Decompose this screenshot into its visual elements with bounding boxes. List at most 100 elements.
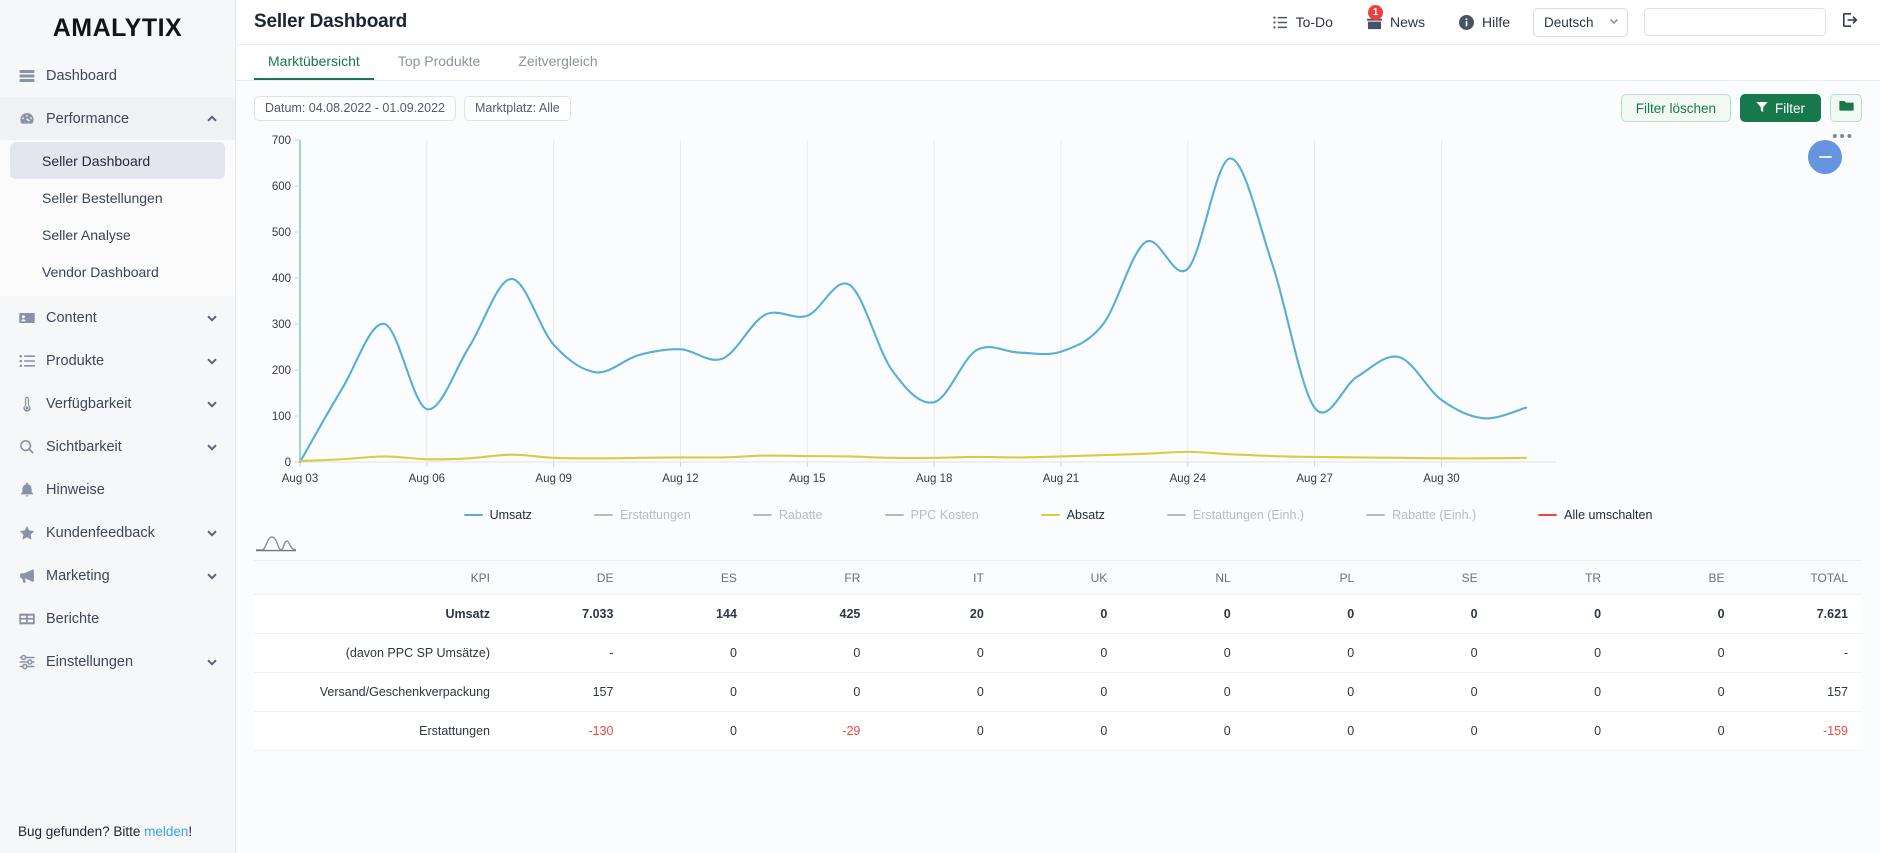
- saved-views-button[interactable]: [1830, 94, 1862, 122]
- brand-logo[interactable]: AMALYTIX: [0, 0, 235, 50]
- kpi-value-cell: 0: [1368, 594, 1492, 634]
- chevron-down-icon[interactable]: [205, 397, 219, 411]
- legend-item-absatz[interactable]: Absatz: [1010, 508, 1136, 522]
- kpi-value-cell: -130: [504, 711, 628, 751]
- info-icon: [1459, 14, 1475, 30]
- logout-button[interactable]: [1826, 12, 1866, 33]
- column-header-kpi[interactable]: KPI: [254, 560, 504, 595]
- clear-filter-button[interactable]: Filter löschen: [1620, 94, 1731, 122]
- top-bar: Seller Dashboard To-Do 1 News Hilfe Deut…: [236, 0, 1880, 45]
- sidebar-subitem-vendor-dashboard[interactable]: Vendor Dashboard: [10, 253, 225, 290]
- filter-button[interactable]: Filter: [1740, 94, 1821, 122]
- sparkline-toggle[interactable]: [236, 524, 1880, 560]
- list-icon: [18, 352, 35, 369]
- sparkline-icon: [256, 536, 297, 552]
- todo-button[interactable]: To-Do: [1256, 14, 1350, 30]
- news-button[interactable]: 1 News: [1350, 5, 1442, 30]
- table-row[interactable]: Erstattungen -130 0 -29 0 0 0 0 0 0 0 -159: [254, 711, 1862, 751]
- legend-item-rabatte[interactable]: Rabatte: [722, 508, 854, 522]
- sidebar-item-label: Kundenfeedback: [46, 524, 155, 541]
- x-tick-label: Aug 12: [662, 473, 698, 485]
- column-header-total[interactable]: TOTAL: [1738, 560, 1862, 595]
- sidebar-subitem-seller-analyse[interactable]: Seller Analyse: [10, 216, 225, 253]
- tab-zeitvergleich[interactable]: Zeitvergleich: [504, 53, 611, 80]
- column-header-tr[interactable]: TR: [1491, 560, 1616, 595]
- kpi-value-cell: 0: [874, 672, 998, 712]
- legend-color-swatch: [1040, 513, 1060, 517]
- chevron-down-icon[interactable]: [205, 569, 219, 583]
- chevron-up-icon[interactable]: [205, 112, 219, 126]
- legend-color-swatch: [463, 513, 483, 517]
- column-header-de[interactable]: DE: [504, 560, 628, 595]
- legend-item-erstattungen[interactable]: Erstattungen: [563, 508, 722, 522]
- x-tick-label: Aug 06: [409, 473, 445, 485]
- chevron-down-icon[interactable]: [205, 311, 219, 325]
- series-line-absatz: [298, 450, 1528, 463]
- chip-marketplace[interactable]: Marktplatz: Alle: [464, 95, 571, 121]
- kpi-value-cell: 0: [1244, 672, 1369, 712]
- legend-item-alle-umschalten[interactable]: Alle umschalten: [1507, 508, 1683, 522]
- legend-item-ppc-kosten[interactable]: PPC Kosten: [854, 508, 1010, 522]
- sidebar-nav: Dashboard Performance Seller Dashboard Sell…: [0, 50, 235, 683]
- sidebar-item-dashboard[interactable]: Dashboard: [0, 54, 235, 97]
- bell-icon: [18, 481, 35, 498]
- sidebar-item-label: Berichte: [46, 610, 100, 627]
- tab-top-produkte[interactable]: Top Produkte: [384, 53, 495, 80]
- chip-date-range[interactable]: Datum: 04.08.2022 - 01.09.2022: [254, 95, 456, 121]
- column-header-nl[interactable]: NL: [1121, 560, 1245, 595]
- sliders-icon: [18, 653, 35, 670]
- zoom-out-button[interactable]: [1808, 140, 1842, 174]
- sidebar-item-produkte[interactable]: Produkte: [0, 339, 235, 382]
- kpi-value-cell: 157: [504, 672, 628, 712]
- chevron-down-icon[interactable]: [205, 526, 219, 540]
- sidebar-item-hinweise[interactable]: Hinweise: [0, 468, 235, 511]
- kpi-value-cell: 157: [1738, 672, 1862, 712]
- chevron-down-icon[interactable]: [205, 655, 219, 669]
- legend-label: PPC Kosten: [910, 508, 979, 522]
- filter-button-label: Filter: [1775, 100, 1805, 116]
- table-row[interactable]: Umsatz 7.033 144 425 20 0 0 0 0 0 0 7.621: [254, 594, 1862, 634]
- legend-label: Absatz: [1066, 508, 1105, 522]
- kpi-value-cell: 0: [1368, 672, 1492, 712]
- news-badge: 1: [1367, 5, 1383, 20]
- column-header-it[interactable]: IT: [874, 560, 998, 595]
- sidebar-item-kundenfeedback[interactable]: Kundenfeedback: [0, 511, 235, 554]
- sidebar-item-marketing[interactable]: Marketing: [0, 554, 235, 597]
- chevron-down-icon[interactable]: [205, 440, 219, 454]
- sidebar-item-performance[interactable]: Performance: [0, 97, 235, 140]
- sidebar-item-label: Hinweise: [46, 481, 105, 498]
- sidebar-subitem-seller-bestellungen[interactable]: Seller Bestellungen: [10, 179, 225, 216]
- legend-item-erstattungen-einh[interactable]: Erstattungen (Einh.): [1136, 508, 1335, 522]
- column-header-se[interactable]: SE: [1368, 560, 1492, 595]
- bug-report-link[interactable]: melden: [144, 824, 188, 839]
- sidebar-subitem-seller-dashboard[interactable]: Seller Dashboard: [10, 142, 225, 179]
- column-header-be[interactable]: BE: [1615, 560, 1739, 595]
- chevron-down-icon[interactable]: [205, 354, 219, 368]
- legend-label: Rabatte (Einh.): [1392, 508, 1477, 522]
- column-header-fr[interactable]: FR: [750, 560, 875, 595]
- legend-item-umsatz[interactable]: Umsatz: [433, 508, 563, 522]
- sidebar-item-einstellungen[interactable]: Einstellungen: [0, 640, 235, 683]
- sidebar-item-berichte[interactable]: Berichte: [0, 597, 235, 640]
- search-icon: [18, 438, 35, 455]
- help-button[interactable]: Hilfe: [1442, 14, 1527, 30]
- tab-markt-bersicht[interactable]: Marktübersicht: [254, 53, 374, 80]
- language-select[interactable]: Deutsch: [1533, 7, 1628, 37]
- language-value: Deutsch: [1544, 14, 1594, 30]
- legend-item-rabatte-einh[interactable]: Rabatte (Einh.): [1335, 508, 1507, 522]
- sidebar-item-verf-gbarkeit[interactable]: Verfügbarkeit: [0, 382, 235, 425]
- sidebar-item-content[interactable]: Content: [0, 296, 235, 339]
- chevron-down-icon: [1608, 15, 1620, 30]
- column-header-uk[interactable]: UK: [997, 560, 1122, 595]
- column-header-es[interactable]: ES: [627, 560, 751, 595]
- legend-label: Alle umschalten: [1564, 508, 1653, 522]
- table-header-row: KPI DE ES FR IT UK NL PL SE TR BE TOTAL: [254, 560, 1862, 595]
- sidebar-item-label: Einstellungen: [46, 653, 134, 670]
- search-input[interactable]: [1645, 9, 1825, 35]
- table-row[interactable]: Versand/Geschenkverpackung 157 0 0 0 0 0 0 0 0 0 15…: [254, 672, 1862, 712]
- global-search[interactable]: [1644, 8, 1826, 36]
- column-header-pl[interactable]: PL: [1244, 560, 1369, 595]
- table-row[interactable]: (davon PPC SP Umsätze) -0 0 0 0 0 0 0 0 0-: [254, 633, 1862, 673]
- sidebar-item-sichtbarkeit[interactable]: Sichtbarkeit: [0, 425, 235, 468]
- thermometer-icon: [18, 395, 35, 412]
